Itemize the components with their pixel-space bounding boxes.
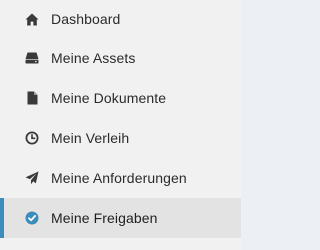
home-icon <box>25 12 39 26</box>
sidebar-item-dashboard[interactable]: Dashboard <box>0 0 241 38</box>
sidebar-item-meine-assets[interactable]: Meine Assets <box>0 38 241 78</box>
sidebar-item-label: Mein Verleih <box>51 130 130 146</box>
sidebar-footer-space <box>0 240 241 250</box>
sidebar-item-label: Dashboard <box>51 11 121 27</box>
clock-icon <box>25 131 39 145</box>
sidebar-item-meine-freigaben[interactable]: Meine Freigaben <box>0 198 241 238</box>
sidebar-menu: Dashboard Meine Assets Meine Dokumente M… <box>0 0 241 238</box>
sidebar-item-meine-anforderungen[interactable]: Meine Anforderungen <box>0 158 241 198</box>
paper-plane-icon <box>25 171 39 185</box>
sidebar-item-label: Meine Dokumente <box>51 90 167 106</box>
sidebar-item-label: Meine Freigaben <box>51 210 158 226</box>
sidebar-nav: Dashboard Meine Assets Meine Dokumente M… <box>0 0 241 250</box>
hard-drive-icon <box>25 51 39 65</box>
check-circle-icon <box>25 211 39 225</box>
sidebar-item-label: Meine Assets <box>51 50 136 66</box>
document-icon <box>25 91 39 105</box>
sidebar-item-label: Meine Anforderungen <box>51 170 187 186</box>
sidebar-item-meine-dokumente[interactable]: Meine Dokumente <box>0 78 241 118</box>
sidebar-item-mein-verleih[interactable]: Mein Verleih <box>0 118 241 158</box>
